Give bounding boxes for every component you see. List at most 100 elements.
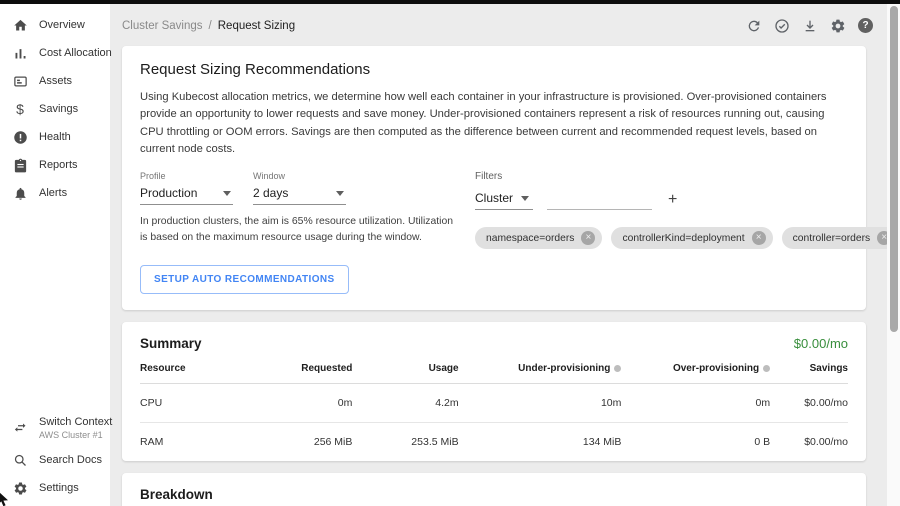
col-efficiency[interactable]: Efficiency bbox=[738, 502, 798, 506]
profile-select-group: Profile Production bbox=[140, 171, 233, 205]
search-docs-button[interactable]: Search Docs bbox=[0, 446, 110, 474]
settings-gear-icon[interactable] bbox=[829, 17, 846, 34]
assets-icon bbox=[12, 73, 28, 89]
breadcrumb-parent[interactable]: Cluster Savings bbox=[122, 20, 203, 32]
chip-label: controller=orders bbox=[793, 233, 871, 244]
cell-usage: 4.2m bbox=[352, 383, 458, 422]
profile-select[interactable]: Production bbox=[140, 184, 233, 205]
cell-under: 10m bbox=[459, 383, 622, 422]
search-icon bbox=[12, 452, 28, 468]
col-resource: Resource bbox=[140, 351, 232, 384]
filter-value-input[interactable] bbox=[547, 192, 652, 210]
scrollbar-thumb[interactable] bbox=[890, 6, 898, 332]
col-cpu-recommended[interactable]: CPUrecomm'd bbox=[483, 502, 550, 506]
summary-table: Resource Requested Usage Under-provision… bbox=[140, 351, 848, 461]
swap-arrows-icon bbox=[12, 420, 28, 436]
window-select-group: Window 2 days bbox=[253, 171, 346, 205]
cell-under: 134 MiB bbox=[459, 422, 622, 461]
main-area: Cluster Savings / Request Sizing ? bbox=[110, 4, 900, 506]
sidebar-item-label: Overview bbox=[39, 19, 85, 31]
col-requested: Requested bbox=[232, 351, 352, 384]
mouse-cursor bbox=[0, 491, 13, 506]
cell-usage: 253.5 MiB bbox=[352, 422, 458, 461]
bell-icon bbox=[12, 185, 28, 201]
sidebar-item-health[interactable]: Health bbox=[0, 123, 110, 151]
switch-context-button[interactable]: Switch Context AWS Cluster #1 bbox=[0, 410, 110, 446]
chip-label: namespace=orders bbox=[486, 233, 574, 244]
filter-field-select[interactable]: Cluster bbox=[475, 189, 533, 210]
current-cluster-label: AWS Cluster #1 bbox=[39, 430, 112, 440]
settings-label: Settings bbox=[39, 482, 79, 494]
sidebar-footer: Switch Context AWS Cluster #1 Search Doc… bbox=[0, 410, 110, 502]
filter-chip[interactable]: controller=orders × bbox=[782, 227, 899, 249]
controls-row: Profile Production Window 2 days bbox=[140, 171, 848, 293]
sidebar-item-assets[interactable]: Assets bbox=[0, 67, 110, 95]
col-under-provisioning: Under-provisioning bbox=[459, 351, 622, 384]
chip-close-icon[interactable]: × bbox=[752, 231, 766, 245]
filters-column: Filters Cluster + namespace=orders × bbox=[475, 171, 898, 293]
search-docs-label: Search Docs bbox=[39, 454, 102, 466]
bar-chart-icon bbox=[12, 45, 28, 61]
sidebar-nav: Overview Cost Allocation Assets $ Saving… bbox=[0, 4, 110, 207]
profile-label: Profile bbox=[140, 171, 233, 181]
summary-card: Summary $0.00/mo Resource Requested Usag… bbox=[122, 322, 866, 461]
sidebar-item-label: Health bbox=[39, 131, 71, 143]
download-icon[interactable] bbox=[801, 17, 818, 34]
col-ram-recommended[interactable]: RAMrecomm'd bbox=[671, 502, 738, 506]
cell-requested: 256 MiB bbox=[232, 422, 352, 461]
request-sizing-card: Request Sizing Recommendations Using Kub… bbox=[122, 46, 866, 310]
breadcrumb-separator: / bbox=[209, 20, 212, 32]
window-label: Window bbox=[253, 171, 346, 181]
dollar-icon: $ bbox=[12, 101, 28, 117]
table-row-ram: RAM 256 MiB 253.5 MiB 134 MiB 0 B $0.00/… bbox=[140, 422, 848, 461]
filter-chips: namespace=orders × controllerKind=deploy… bbox=[475, 227, 898, 249]
check-circle-icon[interactable] bbox=[773, 17, 790, 34]
summary-header-row: Resource Requested Usage Under-provision… bbox=[140, 351, 848, 384]
cell-resource: RAM bbox=[140, 422, 232, 461]
sidebar-item-cost-allocation[interactable]: Cost Allocation bbox=[0, 39, 110, 67]
filter-chip[interactable]: controllerKind=deployment × bbox=[611, 227, 772, 249]
col-cpu-usage[interactable]: CPUusage bbox=[370, 502, 423, 506]
info-icon[interactable] bbox=[763, 365, 770, 372]
sidebar-item-alerts[interactable]: Alerts bbox=[0, 179, 110, 207]
sidebar: Overview Cost Allocation Assets $ Saving… bbox=[0, 4, 110, 506]
info-icon[interactable] bbox=[614, 365, 621, 372]
total-savings-value: $0.00/mo bbox=[794, 336, 848, 351]
chip-close-icon[interactable]: × bbox=[581, 231, 595, 245]
sidebar-item-overview[interactable]: Overview bbox=[0, 11, 110, 39]
sidebar-item-label: Assets bbox=[39, 75, 72, 87]
page-title: Request Sizing Recommendations bbox=[140, 61, 848, 78]
col-cpu-request[interactable]: CPUrequest bbox=[423, 502, 483, 506]
scrollbar[interactable] bbox=[887, 4, 900, 506]
health-error-icon bbox=[12, 129, 28, 145]
profile-window-column: Profile Production Window 2 days bbox=[140, 171, 455, 293]
settings-button[interactable]: Settings bbox=[0, 474, 110, 502]
help-icon[interactable]: ? bbox=[857, 17, 874, 34]
sidebar-item-label: Reports bbox=[39, 159, 78, 171]
refresh-icon[interactable] bbox=[745, 17, 762, 34]
col-container[interactable]: Container bbox=[140, 502, 260, 506]
filter-chip[interactable]: namespace=orders × bbox=[475, 227, 602, 249]
topbar: Cluster Savings / Request Sizing ? bbox=[110, 4, 900, 46]
sidebar-item-label: Cost Allocation bbox=[39, 47, 112, 59]
col-breakdown-savings[interactable]: ↓Savings bbox=[798, 502, 848, 506]
sidebar-item-reports[interactable]: Reports bbox=[0, 151, 110, 179]
col-ram-usage[interactable]: RAMusage bbox=[551, 502, 611, 506]
col-ram-request[interactable]: RAMrequest bbox=[611, 502, 671, 506]
chevron-down-icon bbox=[223, 191, 231, 196]
profile-note: In production clusters, the aim is 65% r… bbox=[140, 214, 455, 245]
summary-title: Summary bbox=[140, 336, 202, 351]
window-select[interactable]: 2 days bbox=[253, 184, 346, 205]
cell-over: 0 B bbox=[621, 422, 770, 461]
col-usage: Usage bbox=[352, 351, 458, 384]
breadcrumb: Cluster Savings / Request Sizing bbox=[122, 20, 295, 32]
top-window-strip bbox=[0, 0, 900, 4]
col-cluster[interactable]: Cluster bbox=[260, 502, 370, 506]
sidebar-item-label: Alerts bbox=[39, 187, 67, 199]
window-value: 2 days bbox=[253, 186, 288, 200]
cell-savings: $0.00/mo bbox=[770, 422, 848, 461]
content: Request Sizing Recommendations Using Kub… bbox=[122, 46, 866, 506]
setup-auto-recommendations-button[interactable]: SETUP AUTO RECOMMENDATIONS bbox=[140, 265, 349, 294]
sidebar-item-savings[interactable]: $ Savings bbox=[0, 95, 110, 123]
add-filter-icon[interactable]: + bbox=[666, 192, 679, 210]
